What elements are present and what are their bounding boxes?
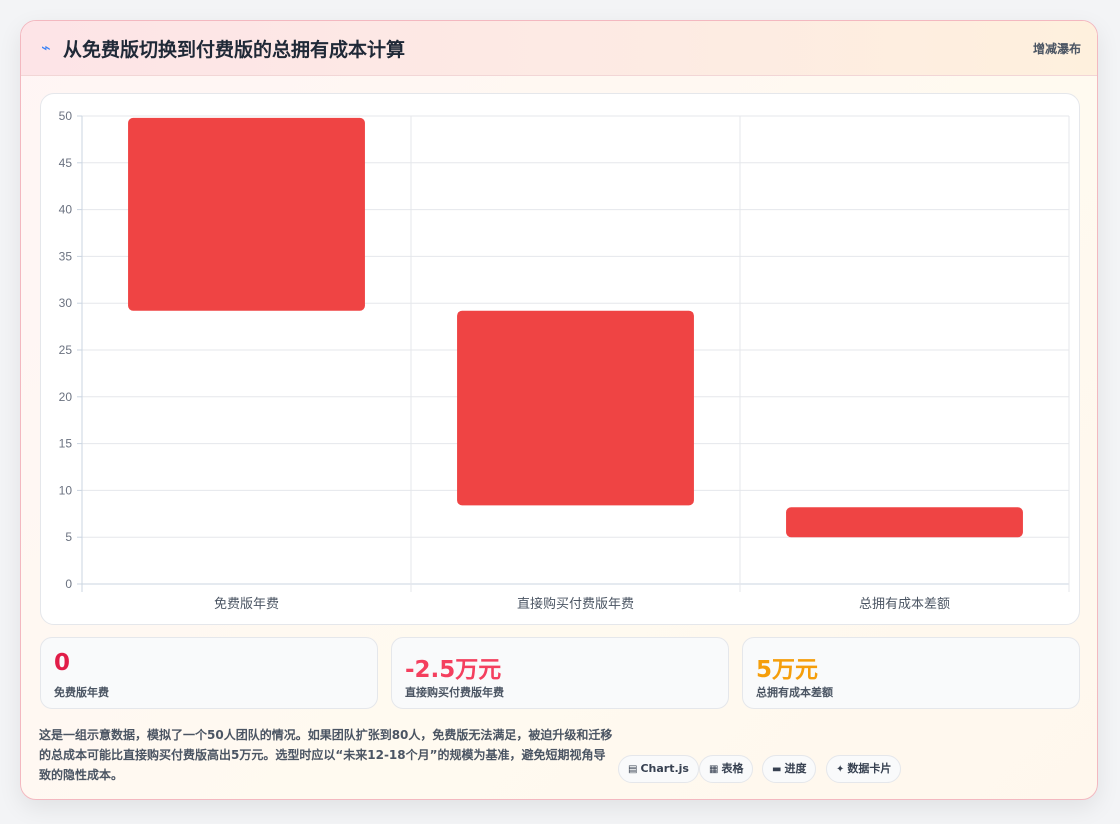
stat-value: 0 [54, 650, 71, 676]
y-tick-label: 50 [59, 109, 73, 123]
y-tick-label: 20 [59, 390, 73, 404]
progress-icon: ▬ [772, 764, 782, 775]
y-tick-label: 15 [59, 437, 73, 451]
tag-progress[interactable]: ▬ 进度 [762, 755, 817, 783]
stat-label: 总拥有成本差额 [756, 686, 833, 699]
page-title: 从免费版切换到付费版的总拥有成本计算 [63, 39, 406, 61]
stat-value: -2.5万元 [405, 657, 502, 683]
lightning-icon: ⌁ [41, 38, 51, 57]
y-tick-label: 10 [59, 483, 73, 497]
y-tick-label: 45 [59, 156, 73, 170]
y-tick-label: 40 [59, 203, 73, 217]
x-category-label: 免费版年费 [214, 597, 279, 612]
chart-panel: 0 5 10 15 20 25 30 35 40 45 50 免费版年费 直接购买付费版年费 总拥有成本差… [40, 93, 1080, 625]
waterfall-chart: 0 5 10 15 20 25 30 35 40 45 50 免费版年费 直接购买付费版年费 总拥有成本差… [59, 109, 1070, 612]
y-tick-label: 5 [65, 530, 72, 544]
chart-type-label[interactable]: 增减瀑布 [1033, 40, 1081, 57]
y-tick-label: 35 [59, 249, 73, 263]
footnote-text: 这是一组示意数据，模拟了一个50人团队的情况。如果团队扩张到80人，免费版无法满… [39, 728, 613, 782]
tag-table[interactable]: ▦ 表格 [699, 755, 754, 783]
stat-label: 免费版年费 [54, 686, 109, 699]
y-tick-label: 0 [65, 577, 72, 591]
x-category-label: 总拥有成本差额 [859, 597, 950, 612]
sparkle-icon: ✦ [836, 764, 845, 775]
tag-label: 进度 [784, 762, 807, 775]
card-header: ⌁ 从免费版切换到付费版的总拥有成本计算 增减瀑布 [21, 21, 1097, 76]
waterfall-bar[interactable] [128, 117, 365, 311]
x-category-label: 直接购买付费版年费 [517, 596, 634, 612]
tag-label: Chart.js [640, 762, 689, 775]
table-icon: ▦ [709, 764, 719, 775]
stat-card-tco-diff: 5万元 总拥有成本差额 [742, 637, 1080, 709]
stat-value: 5万元 [756, 657, 819, 683]
waterfall-bar[interactable] [786, 507, 1023, 538]
tag-label: 表格 [721, 762, 744, 775]
tag-data-card[interactable]: ✦ 数据卡片 [826, 755, 902, 783]
waterfall-bar[interactable] [457, 310, 694, 506]
stat-label: 直接购买付费版年费 [405, 686, 504, 699]
stat-card-free-fee: 0 免费版年费 [40, 637, 378, 709]
chart-icon: ▤ [628, 764, 638, 775]
chart-card: ⌁ 从免费版切换到付费版的总拥有成本计算 增减瀑布 0 5 10 15 20 25 30 35… [20, 20, 1098, 800]
y-tick-label: 30 [59, 296, 73, 310]
tag-chartjs[interactable]: ▤ Chart.js [618, 755, 699, 783]
y-tick-label: 25 [59, 343, 73, 357]
stat-card-paid-fee: -2.5万元 直接购买付费版年费 [391, 637, 729, 709]
tag-label: 数据卡片 [847, 762, 892, 775]
